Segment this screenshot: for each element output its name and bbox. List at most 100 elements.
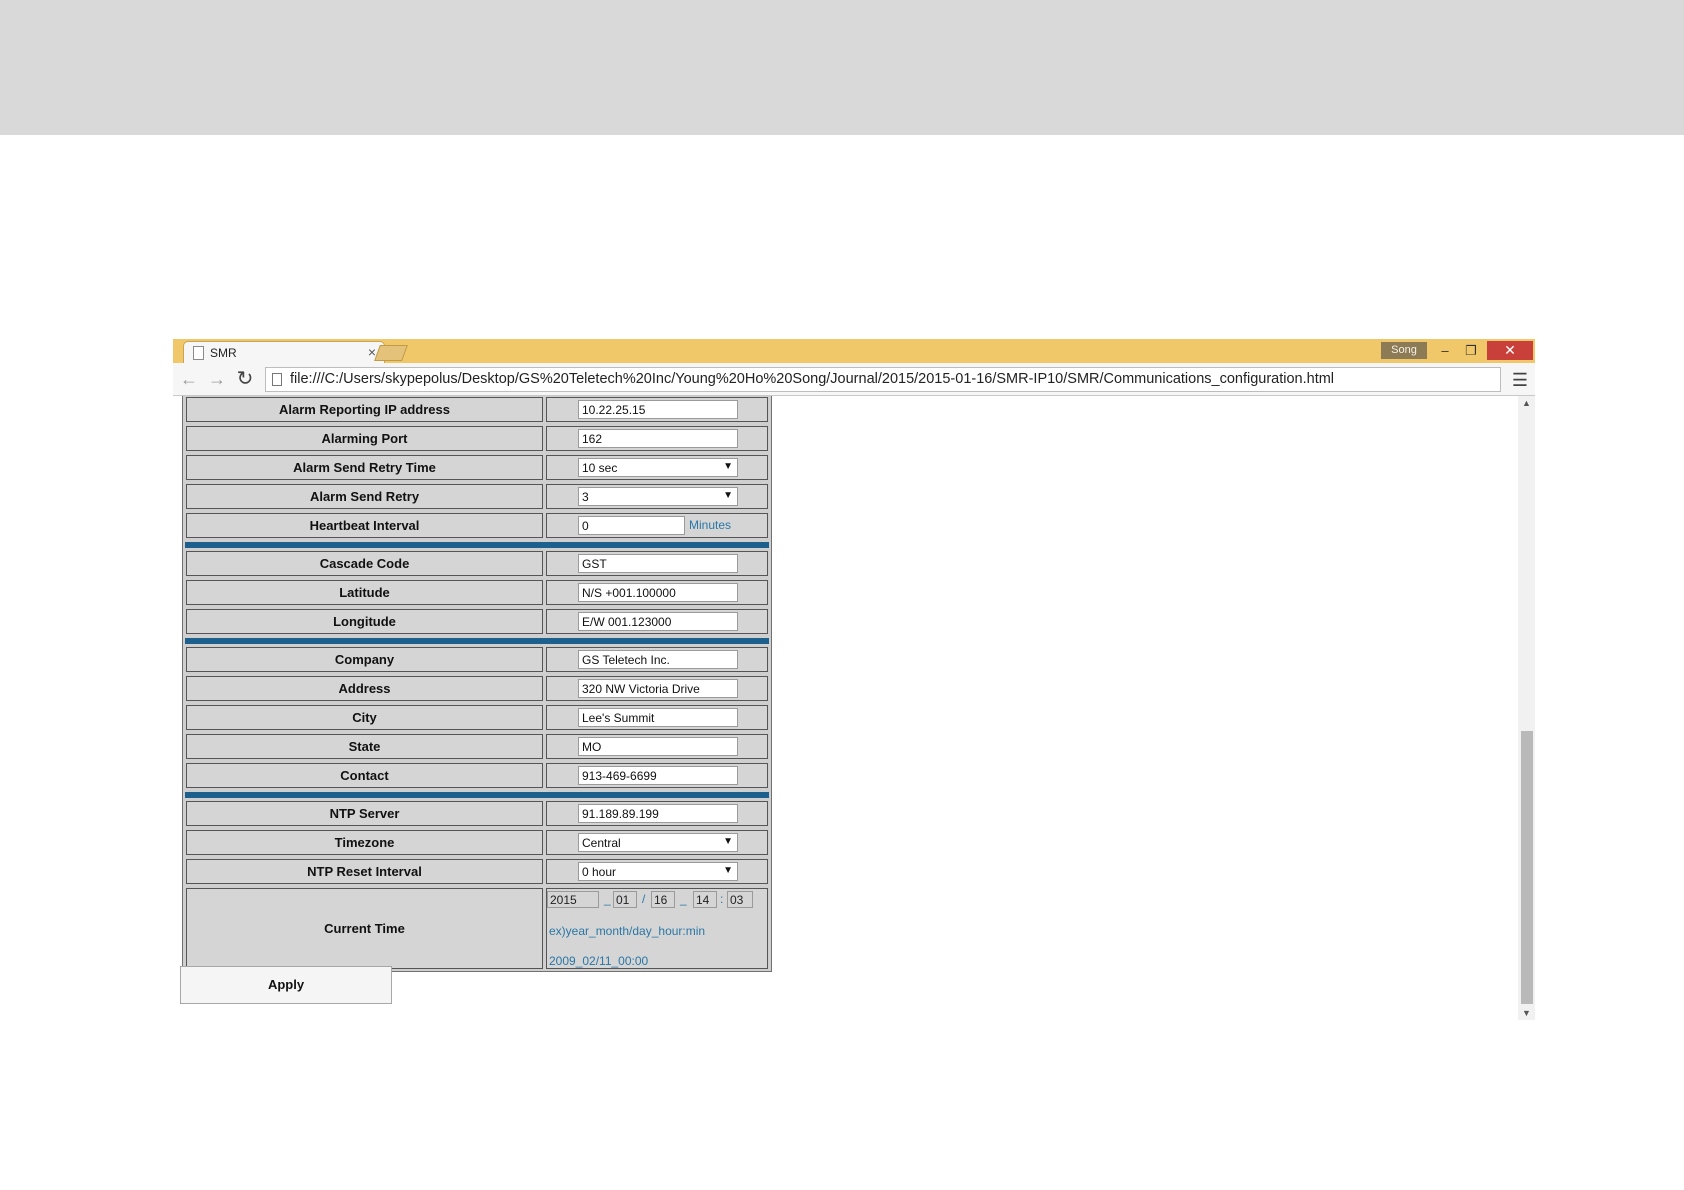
company-input[interactable]: GS Teletech Inc. xyxy=(578,650,738,669)
section-separator xyxy=(183,636,771,645)
row-ntp-reset: NTP Reset Interval 0 hour ▼ xyxy=(183,857,771,886)
alarm-port-input[interactable]: 162 xyxy=(578,429,738,448)
browser-window: SMR × Song – ❐ ✕ ← → ↻ file:///C:/Users/… xyxy=(173,339,1535,1020)
reload-icon[interactable]: ↻ xyxy=(233,368,257,390)
field-label: Alarming Port xyxy=(186,426,543,451)
select-value: Central xyxy=(582,836,621,850)
field-label: NTP Reset Interval xyxy=(186,859,543,884)
time-example-hint: 2009_02/11_00:00 xyxy=(549,954,649,968)
forward-arrow-icon[interactable]: → xyxy=(205,368,229,390)
retry-select[interactable]: 3 ▼ xyxy=(578,487,738,506)
row-heartbeat: Heartbeat Interval 0 Minutes xyxy=(183,511,771,540)
time-separator: / xyxy=(642,892,646,906)
longitude-input[interactable]: E/W 001.123000 xyxy=(578,612,738,631)
field-label: Current Time xyxy=(186,888,543,969)
field-value-cell: E/W 001.123000 xyxy=(546,609,768,634)
cascade-input[interactable]: GST xyxy=(578,554,738,573)
row-latitude: Latitude N/S +001.100000 xyxy=(183,578,771,607)
field-value-cell: 162 xyxy=(546,426,768,451)
field-value-cell: GS Teletech Inc. xyxy=(546,647,768,672)
page-viewport: Alarm Reporting IP address 10.22.25.15 A… xyxy=(173,396,1518,1020)
section-separator xyxy=(183,540,771,549)
ntp-reset-select[interactable]: 0 hour ▼ xyxy=(578,862,738,881)
field-label: NTP Server xyxy=(186,801,543,826)
field-label: State xyxy=(186,734,543,759)
month-field[interactable]: 01 xyxy=(613,891,637,908)
field-label: Timezone xyxy=(186,830,543,855)
restore-button[interactable]: ❐ xyxy=(1459,342,1483,359)
row-retry: Alarm Send Retry 3 ▼ xyxy=(183,482,771,511)
dropdown-arrow-icon: ▼ xyxy=(723,490,733,501)
new-tab-button[interactable] xyxy=(374,345,408,361)
field-label: Longitude xyxy=(186,609,543,634)
field-label: City xyxy=(186,705,543,730)
row-alarm-ip: Alarm Reporting IP address 10.22.25.15 xyxy=(183,396,771,424)
page-icon xyxy=(272,373,282,386)
field-value-cell: 3 ▼ xyxy=(546,484,768,509)
dropdown-arrow-icon: ▼ xyxy=(723,865,733,876)
field-value-cell: 320 NW Victoria Drive xyxy=(546,676,768,701)
minimize-button[interactable]: – xyxy=(1433,342,1457,359)
state-input[interactable]: MO xyxy=(578,737,738,756)
contact-input[interactable]: 913-469-6699 xyxy=(578,766,738,785)
vertical-scrollbar[interactable]: ▲ ▼ xyxy=(1518,396,1535,1020)
field-value-cell: GST xyxy=(546,551,768,576)
address-bar[interactable]: file:///C:/Users/skypepolus/Desktop/GS%2… xyxy=(265,367,1501,392)
scroll-up-icon[interactable]: ▲ xyxy=(1522,398,1531,408)
minute-field[interactable]: 03 xyxy=(727,891,753,908)
field-label: Cascade Code xyxy=(186,551,543,576)
field-value-cell: 913-469-6699 xyxy=(546,763,768,788)
row-company: Company GS Teletech Inc. xyxy=(183,645,771,674)
back-arrow-icon[interactable]: ← xyxy=(177,368,201,390)
time-separator: : xyxy=(720,892,724,906)
field-label: Company xyxy=(186,647,543,672)
field-value-cell: Lee's Summit xyxy=(546,705,768,730)
timezone-select[interactable]: Central ▼ xyxy=(578,833,738,852)
scrollbar-thumb[interactable] xyxy=(1521,731,1533,1004)
row-retry-time: Alarm Send Retry Time 10 sec ▼ xyxy=(183,453,771,482)
city-input[interactable]: Lee's Summit xyxy=(578,708,738,727)
tab-title: SMR xyxy=(210,346,237,360)
dropdown-arrow-icon: ▼ xyxy=(723,836,733,847)
row-city: City Lee's Summit xyxy=(183,703,771,732)
field-value-cell: 2015 _ 01 / 16 _ 14 : 03 ex)year_month/d… xyxy=(546,888,768,969)
field-value-cell: 0 Minutes xyxy=(546,513,768,538)
ntp-server-input[interactable]: 91.189.89.199 xyxy=(578,804,738,823)
tab-smr[interactable]: SMR × xyxy=(183,341,385,364)
heartbeat-input[interactable]: 0 xyxy=(578,516,685,535)
field-label: Alarm Reporting IP address xyxy=(186,397,543,422)
scroll-down-icon[interactable]: ▼ xyxy=(1522,1008,1531,1018)
retry-time-select[interactable]: 10 sec ▼ xyxy=(578,458,738,477)
field-label: Address xyxy=(186,676,543,701)
time-separator: _ xyxy=(680,892,687,906)
field-value-cell: Central ▼ xyxy=(546,830,768,855)
row-ntp-server: NTP Server 91.189.89.199 xyxy=(183,799,771,828)
row-state: State MO xyxy=(183,732,771,761)
latitude-input[interactable]: N/S +001.100000 xyxy=(578,583,738,602)
dropdown-arrow-icon: ▼ xyxy=(723,461,733,472)
address-input[interactable]: 320 NW Victoria Drive xyxy=(578,679,738,698)
close-window-button[interactable]: ✕ xyxy=(1487,341,1533,360)
profile-badge[interactable]: Song xyxy=(1381,342,1427,359)
communications-config-table: Alarm Reporting IP address 10.22.25.15 A… xyxy=(182,396,772,972)
day-field[interactable]: 16 xyxy=(651,891,675,908)
heartbeat-unit: Minutes xyxy=(689,518,732,532)
page-icon xyxy=(193,346,204,360)
field-value-cell: 0 hour ▼ xyxy=(546,859,768,884)
alarm-ip-input[interactable]: 10.22.25.15 xyxy=(578,400,738,419)
hamburger-menu-icon[interactable]: ☰ xyxy=(1507,369,1533,391)
field-label: Alarm Send Retry xyxy=(186,484,543,509)
field-label: Latitude xyxy=(186,580,543,605)
field-value-cell: 10 sec ▼ xyxy=(546,455,768,480)
hour-field[interactable]: 14 xyxy=(693,891,717,908)
field-label: Alarm Send Retry Time xyxy=(186,455,543,480)
row-address: Address 320 NW Victoria Drive xyxy=(183,674,771,703)
apply-button[interactable]: Apply xyxy=(180,966,392,1004)
slide-header-band xyxy=(0,0,1684,135)
year-field[interactable]: 2015 xyxy=(547,891,599,908)
select-value: 0 hour xyxy=(582,865,617,879)
field-value-cell: 91.189.89.199 xyxy=(546,801,768,826)
row-cascade: Cascade Code GST xyxy=(183,549,771,578)
url-text[interactable]: file:///C:/Users/skypepolus/Desktop/GS%2… xyxy=(290,371,1334,387)
row-contact: Contact 913-469-6699 xyxy=(183,761,771,790)
